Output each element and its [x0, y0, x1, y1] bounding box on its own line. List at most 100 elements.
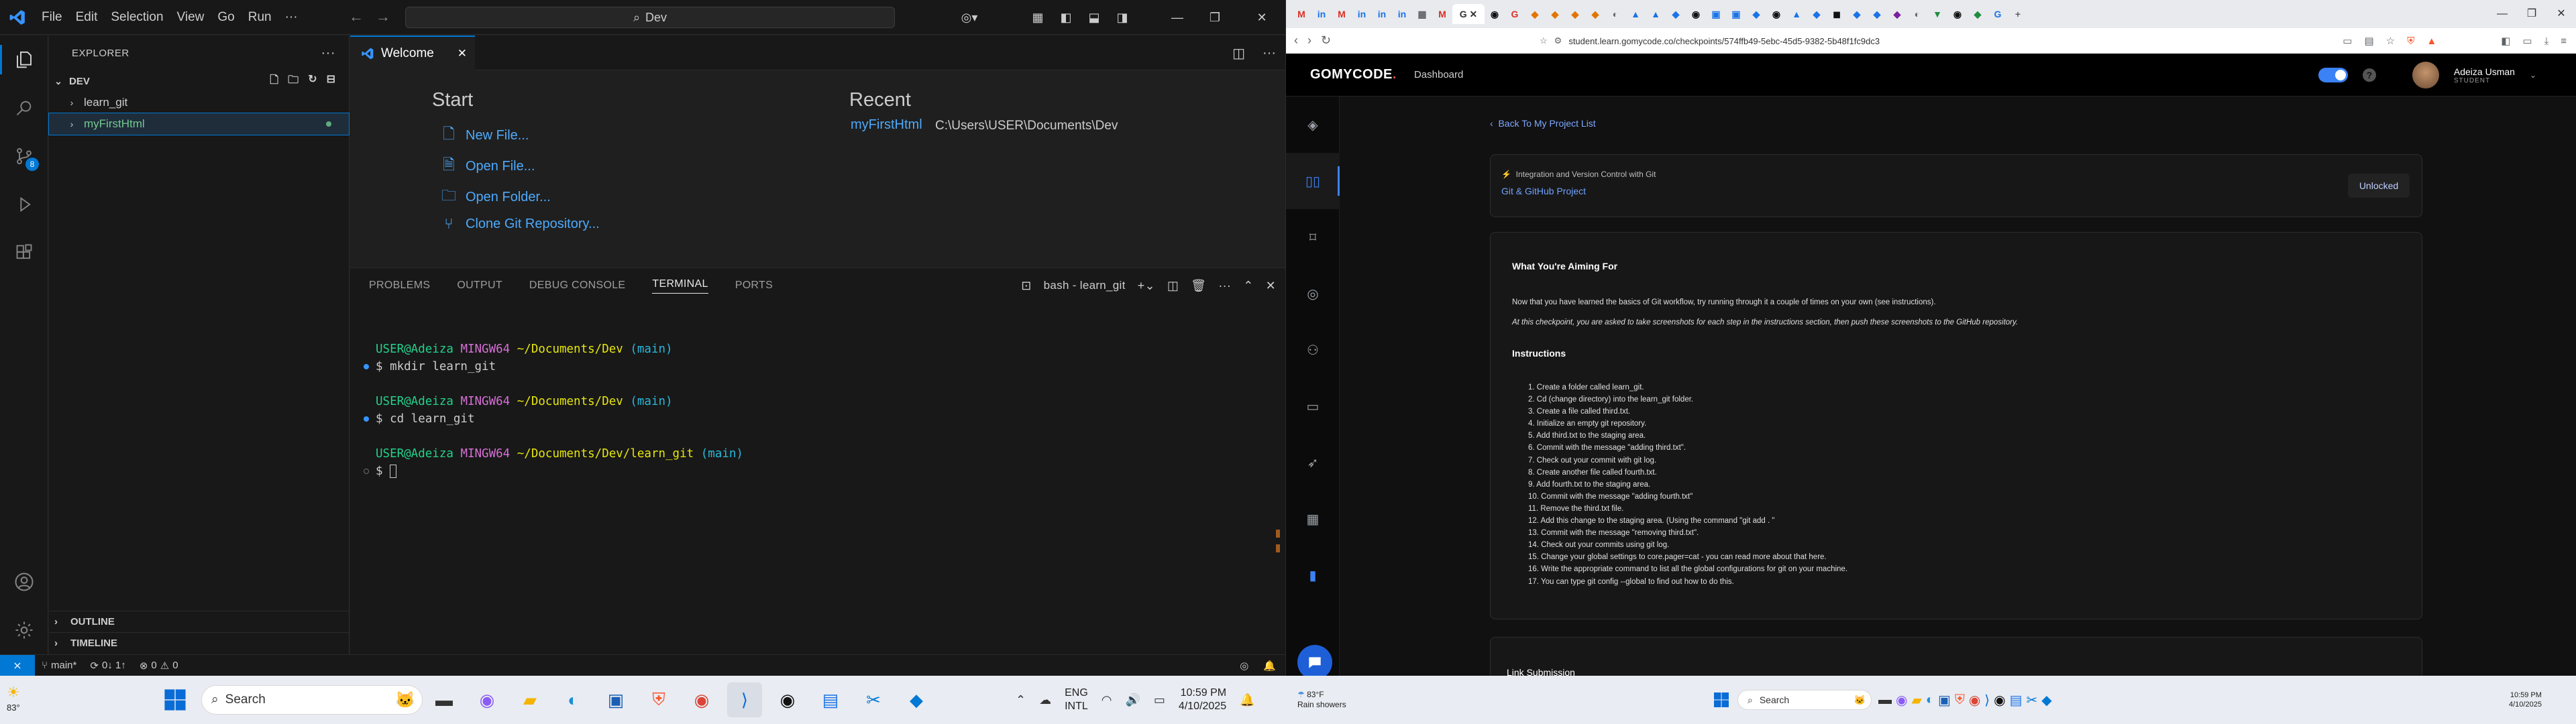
snipping-tool-icon[interactable]: ✂: [856, 682, 891, 717]
minimize-icon[interactable]: —: [2487, 0, 2517, 28]
weather-widget[interactable]: ☀ 83°: [7, 676, 20, 724]
store-icon[interactable]: ▣: [598, 682, 633, 717]
taskbar-search-box[interactable]: ⌕ Search 🐱: [201, 685, 423, 715]
chevron-up-icon[interactable]: ⌃: [1016, 693, 1026, 707]
tree-item-myfirsthtml[interactable]: › myFirstHtml: [48, 113, 350, 135]
sidebar-icon[interactable]: ◧: [2501, 35, 2510, 47]
restore-icon[interactable]: ❐: [1191, 0, 1238, 35]
command-center[interactable]: ⌕ Dev: [405, 7, 895, 28]
page-tab-icon[interactable]: ▣: [1706, 4, 1726, 24]
right-start-button[interactable]: [1713, 676, 1729, 724]
edge-icon[interactable]: ◐: [555, 682, 590, 717]
clock[interactable]: 10:59 PM 4/10/2025: [1179, 686, 1226, 713]
chrome-icon[interactable]: ◉: [1969, 692, 1980, 709]
search-icon[interactable]: [0, 84, 48, 132]
branch-status[interactable]: ⑂ main*: [35, 660, 83, 671]
menu-view[interactable]: View: [170, 0, 211, 35]
page-tab-icon[interactable]: ▲: [1786, 4, 1807, 24]
chat-support-button[interactable]: [1297, 645, 1332, 680]
more-actions-icon[interactable]: ···: [1218, 279, 1231, 293]
notepad-icon[interactable]: ▤: [813, 682, 848, 717]
chevron-down-icon[interactable]: ⌄: [2530, 70, 2536, 80]
rocket-icon[interactable]: ➶: [1286, 434, 1340, 491]
nav-dashboard[interactable]: Dashboard: [1414, 69, 1463, 80]
page-tab-icon[interactable]: ◉: [1947, 4, 1968, 24]
github-desktop-icon[interactable]: ◉: [1994, 692, 2005, 709]
back-arrow-icon[interactable]: ←: [349, 8, 364, 25]
extensions-icon[interactable]: ▭: [2522, 35, 2532, 47]
tab-output[interactable]: OUTPUT: [457, 280, 502, 292]
new-file-link[interactable]: 🗋 New File...: [440, 123, 529, 148]
volume-icon[interactable]: 🔊: [1125, 693, 1140, 707]
close-icon[interactable]: ✕: [2546, 0, 2576, 28]
page-tab-icon[interactable]: G: [1988, 4, 2008, 24]
project-title[interactable]: Git & GitHub Project: [1501, 186, 1586, 196]
page-tab-icon[interactable]: ◆: [1746, 4, 1766, 24]
command-success-dot-icon[interactable]: [364, 416, 369, 422]
install-app-icon[interactable]: ▭: [2343, 35, 2352, 47]
outline-section[interactable]: › OUTLINE: [49, 611, 350, 632]
minimize-icon[interactable]: —: [1163, 0, 1191, 35]
close-panel-icon[interactable]: ✕: [1266, 279, 1276, 293]
file-explorer-icon[interactable]: ▰: [513, 682, 547, 717]
page-tab-icon[interactable]: ◆: [1565, 4, 1585, 24]
back-to-projects-link[interactable]: ‹ Back To My Project List: [1490, 118, 1596, 129]
page-tab-icon[interactable]: ▣: [1726, 4, 1746, 24]
page-tab-icon[interactable]: ◆: [1807, 4, 1827, 24]
page-tab-icon[interactable]: ◆: [1847, 4, 1867, 24]
terminal-output[interactable]: USER@Adeiza MINGW64 ~/Documents/Dev (mai…: [350, 303, 1285, 480]
remote-indicator-icon[interactable]: ⨯: [0, 654, 35, 676]
page-info-icon[interactable]: ▤: [2364, 35, 2373, 47]
github-desktop-icon[interactable]: ◉: [770, 682, 805, 717]
language-indicator[interactable]: ENG INTL: [1065, 686, 1088, 713]
page-tab-icon[interactable]: ▦: [1412, 4, 1432, 24]
task-view-icon[interactable]: ▬: [1878, 692, 1892, 708]
vscode-taskbar-icon[interactable]: ⟩: [727, 682, 762, 717]
right-weather-widget[interactable]: ☂ 83°F Rain showers: [1297, 676, 1346, 724]
sync-status[interactable]: ⟳ 0↓ 1↑: [83, 660, 132, 672]
forward-arrow-icon[interactable]: ›: [1307, 34, 1311, 48]
brave-icon[interactable]: ⛨: [1955, 692, 1965, 708]
toggle-sidebar-icon[interactable]: ◧: [1052, 0, 1080, 35]
open-file-link[interactable]: 🗎 Open File...: [440, 154, 535, 179]
download-icon[interactable]: ⤓: [2544, 36, 2549, 47]
notifications-bell-icon[interactable]: 🔔: [1263, 660, 1276, 672]
gmail-tab-icon[interactable]: M: [1291, 4, 1311, 24]
linkedin-tab-icon[interactable]: in: [1372, 4, 1392, 24]
collapse-all-icon[interactable]: ⊟: [327, 72, 335, 90]
page-tab-icon[interactable]: ▼: [1927, 4, 1947, 24]
terminal-name[interactable]: bash - learn_git: [1044, 279, 1126, 292]
menu-go[interactable]: Go: [211, 0, 241, 35]
github-tab-icon[interactable]: ◉: [1686, 4, 1706, 24]
recent-item-link[interactable]: myFirstHtml: [851, 117, 922, 133]
tab-problems[interactable]: PROBLEMS: [369, 280, 430, 292]
gmail-tab-icon[interactable]: M: [1432, 4, 1452, 24]
split-terminal-icon[interactable]: ◫: [1167, 279, 1179, 293]
wifi-icon[interactable]: ◠: [1102, 693, 1112, 707]
extensions-icon[interactable]: [0, 229, 48, 277]
file-explorer-icon[interactable]: ▰: [1911, 692, 1921, 709]
star-icon[interactable]: ☆: [2386, 35, 2395, 47]
page-tab-icon[interactable]: ◼: [1827, 4, 1847, 24]
help-icon[interactable]: ?: [2362, 68, 2376, 82]
settings-gear-icon[interactable]: [0, 606, 48, 654]
gomycode-tab-icon[interactable]: G ✕: [1452, 4, 1485, 24]
laptop-icon[interactable]: ▭: [1286, 378, 1340, 434]
page-tab-icon[interactable]: ▲: [1625, 4, 1646, 24]
new-tab-icon[interactable]: +: [2008, 4, 2028, 24]
notification-icon[interactable]: 🔔: [1240, 693, 1254, 707]
page-tab-icon[interactable]: ◆: [1968, 4, 1988, 24]
chrome-icon[interactable]: ◉: [684, 682, 719, 717]
page-tab-icon[interactable]: ◆: [1545, 4, 1565, 24]
more-actions-icon[interactable]: ···: [1263, 46, 1276, 61]
page-tab-icon[interactable]: ▲: [1646, 4, 1666, 24]
maximize-panel-icon[interactable]: ⌃: [1243, 279, 1253, 293]
tab-welcome[interactable]: Welcome ✕: [350, 36, 475, 70]
tree-item-learn-git[interactable]: › learn_git: [49, 92, 349, 113]
linkedin-tab-icon[interactable]: in: [1352, 4, 1372, 24]
page-tab-icon[interactable]: ◆: [1887, 4, 1907, 24]
reload-icon[interactable]: ↻: [1321, 34, 1331, 48]
menu-more[interactable]: ···: [278, 0, 305, 35]
brave-shield-icon[interactable]: ⛨: [2407, 36, 2414, 47]
new-file-icon[interactable]: 🗋: [270, 72, 278, 90]
